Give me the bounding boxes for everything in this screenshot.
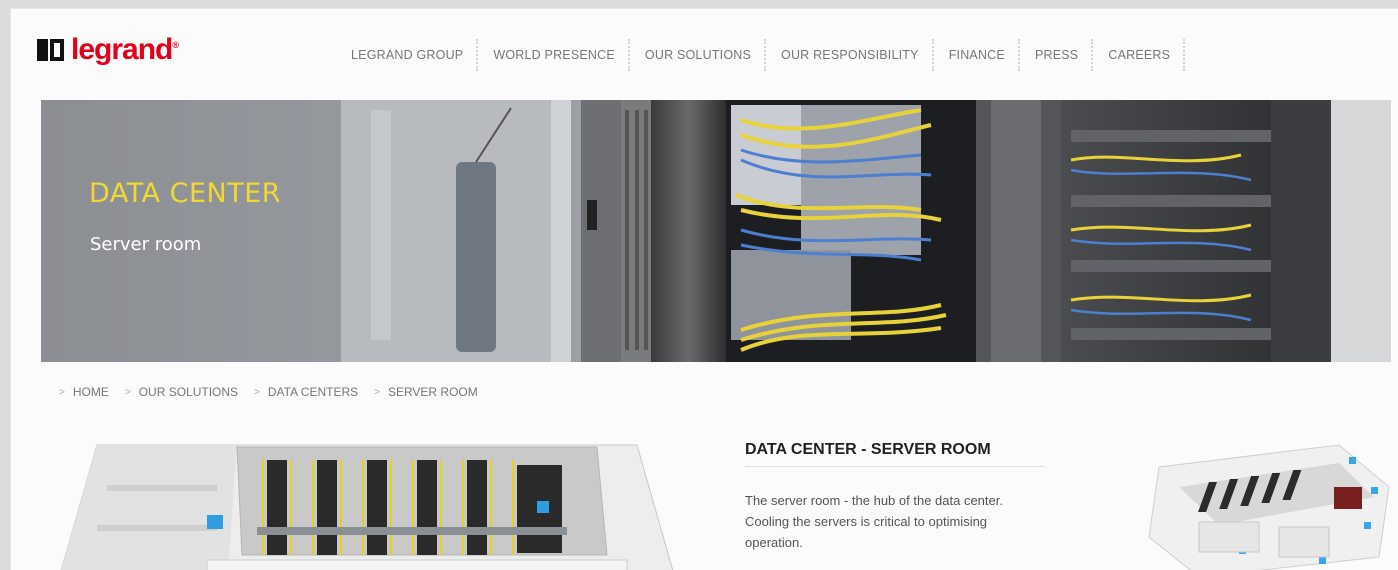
chevron-right-icon: > <box>254 386 260 398</box>
logo-text: legrand® <box>71 33 179 66</box>
data-center-overview-thumbnail[interactable] <box>1139 427 1398 570</box>
breadcrumb-home[interactable]: > HOME <box>59 385 109 399</box>
breadcrumb-data-centers[interactable]: > DATA CENTERS <box>254 385 358 399</box>
server-room-floorplan-image[interactable] <box>37 425 677 570</box>
nav-careers[interactable]: CAREERS <box>1098 42 1180 68</box>
banner-title: DATA CENTER <box>89 178 282 209</box>
nav-legrand-group[interactable]: LEGRAND GROUP <box>341 42 473 68</box>
chevron-right-icon: > <box>374 386 380 398</box>
nav-separator <box>764 39 768 71</box>
nav-our-solutions[interactable]: OUR SOLUTIONS <box>635 42 761 68</box>
breadcrumb: > HOME > OUR SOLUTIONS > DATA CENTERS > SERV… <box>59 385 494 399</box>
main-nav: LEGRAND GROUP WORLD PRESENCE OUR SOLUTIO… <box>341 39 1190 71</box>
nav-separator <box>1183 39 1187 71</box>
breadcrumb-our-solutions[interactable]: > OUR SOLUTIONS <box>125 385 238 399</box>
logo-mark-icon <box>37 37 65 63</box>
chevron-right-icon: > <box>124 386 131 398</box>
article-title: DATA CENTER - SERVER ROOM <box>745 441 991 458</box>
nav-our-responsibility[interactable]: OUR RESPONSIBILITY <box>771 42 929 68</box>
nav-separator <box>627 39 632 71</box>
server-rack-photo <box>41 100 1391 362</box>
article-body: The server room - the hub of the data ce… <box>745 493 1003 550</box>
title-divider <box>745 466 1045 468</box>
hero-banner: DATA CENTER Server room <box>41 100 1391 362</box>
nav-separator <box>1017 39 1022 71</box>
nav-press[interactable]: PRESS <box>1025 42 1088 68</box>
banner-subtitle: Server room <box>90 234 202 255</box>
breadcrumb-server-room: > SERVER ROOM <box>374 385 478 399</box>
chevron-right-icon: > <box>59 386 65 398</box>
nav-finance[interactable]: FINANCE <box>939 42 1015 68</box>
nav-separator <box>476 39 480 71</box>
page: legrand® LEGRAND GROUP WORLD PRESENCE OU… <box>10 8 1398 570</box>
nav-world-presence[interactable]: WORLD PRESENCE <box>483 42 625 68</box>
nav-separator <box>931 39 936 71</box>
legrand-logo[interactable]: legrand® <box>37 33 179 67</box>
nav-separator <box>1091 39 1095 71</box>
